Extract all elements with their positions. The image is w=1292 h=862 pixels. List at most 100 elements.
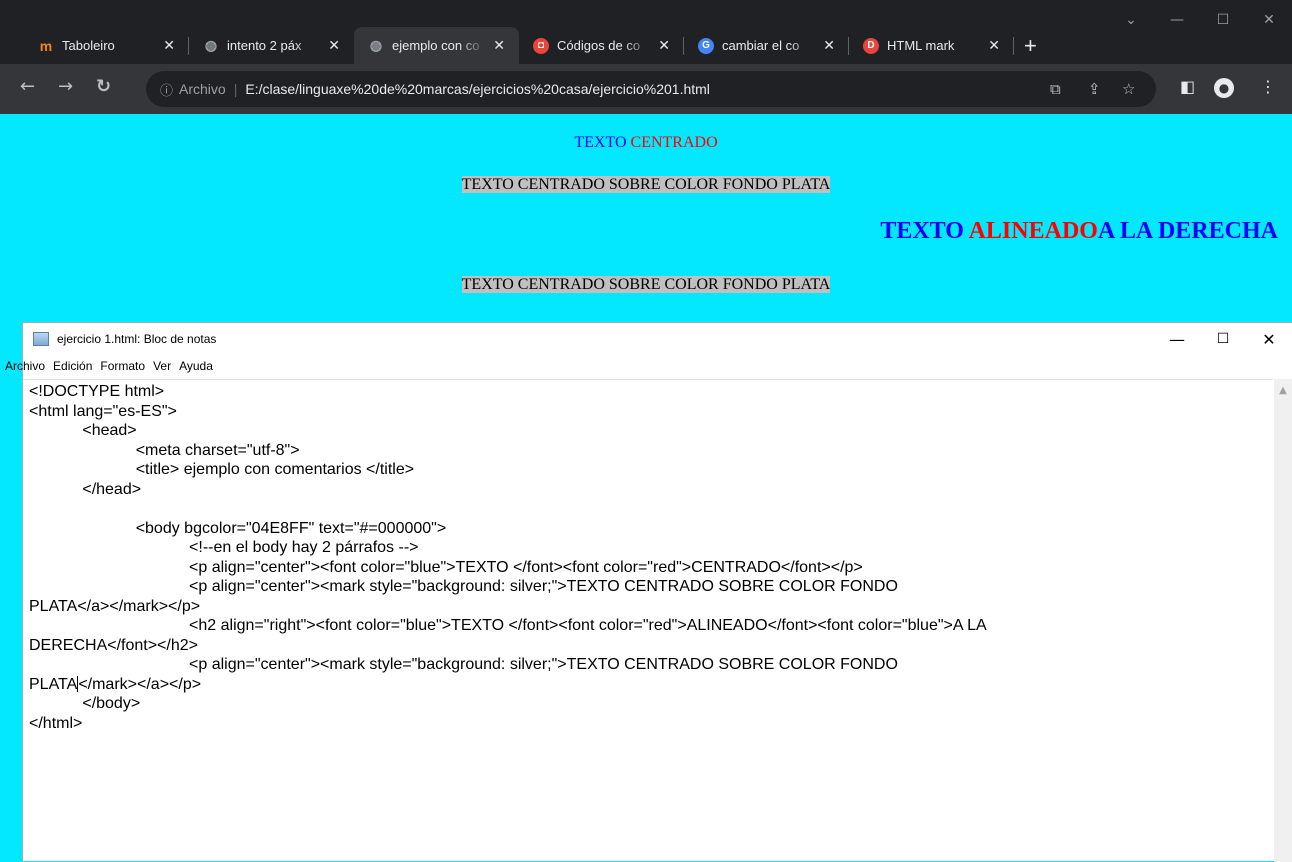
browser-tab[interactable]: m Taboleiro ✕	[24, 27, 189, 64]
line-text: <p align="center"><font color="blue">TEX…	[29, 558, 863, 576]
blue-text: TEXTO	[574, 134, 631, 151]
text-line	[29, 499, 1273, 519]
notepad-maximize-button[interactable]: ☐	[1200, 323, 1246, 355]
text-line: </body>	[29, 694, 1273, 714]
tab-title: HTML mark	[887, 38, 955, 53]
close-tab-icon[interactable]: ✕	[988, 37, 1000, 54]
text-line: DERECHA</font></h2>	[29, 636, 1273, 656]
close-tab-icon[interactable]: ✕	[658, 37, 670, 54]
heading-blue-1: TEXTO	[880, 218, 969, 244]
close-tab-icon[interactable]: ✕	[328, 37, 340, 54]
notepad-text-area[interactable]: <!DOCTYPE html> <html lang="es-ES"> <head…	[23, 379, 1273, 862]
line-text: </head>	[29, 480, 142, 498]
line-text: <!--en el body hay 2 párrafos -->	[29, 539, 419, 556]
browser-tab[interactable]: ◍ intento 2 páx ✕	[189, 27, 354, 64]
scroll-up-icon[interactable]: ▲	[1274, 385, 1292, 396]
reload-icon[interactable]: ↻	[96, 76, 111, 97]
heading-blue-2: A LA DERECHA	[1097, 218, 1278, 244]
d-icon: D	[863, 37, 879, 54]
forward-arrow-icon[interactable]: →	[58, 76, 73, 97]
tab-title: intento 2 páx	[227, 38, 302, 53]
side-panel-icon[interactable]: ◧	[1180, 77, 1195, 96]
browser-toolbar: ← → ↻ ⓘ Archivo | E:/clase/linguaxe%20de…	[0, 64, 1292, 114]
text-line: <!--en el body hay 2 párrafos -->	[29, 538, 1273, 558]
browser-tab[interactable]: D HTML mark ✕	[849, 27, 1014, 64]
background-strip	[0, 322, 22, 861]
rendered-page: TEXTO CENTRADO TEXTO CENTRADO SOBRE COLO…	[0, 114, 1292, 324]
window-controls: ⌄ — ☐ ✕	[1108, 0, 1292, 40]
bookmark-star-icon[interactable]: ☆	[1122, 80, 1135, 98]
right-aligned-heading: TEXTO ALINEADOA LA DERECHA	[880, 218, 1278, 245]
tab-strip: m Taboleiro ✕ ◍ intento 2 páx ✕ ◍ ejemplo con c…	[0, 0, 1292, 64]
line-text: </html>	[29, 714, 83, 732]
address-url[interactable]: E:/clase/linguaxe%20de%20marcas/ejercici…	[245, 81, 710, 97]
address-scheme-label: Archivo	[179, 81, 226, 97]
text-line: <p align="center"><font color="blue">TEX…	[29, 558, 1273, 578]
tab-title: Taboleiro	[62, 38, 115, 53]
back-arrow-icon[interactable]: ←	[20, 76, 35, 97]
globe-icon: ◍	[369, 37, 383, 53]
address-separator: |	[233, 81, 238, 97]
line-text: PLATA	[29, 675, 78, 693]
browser-window: m Taboleiro ✕ ◍ intento 2 páx ✕ ◍ ejemplo con c…	[0, 0, 1292, 324]
menu-item[interactable]: Formato	[100, 359, 145, 373]
close-tab-icon[interactable]: ✕	[493, 37, 505, 54]
share-icon[interactable]: ⇪	[1088, 80, 1101, 98]
notepad-titlebar: ejercicio 1.html: Bloc de notas — ☐ ✕	[23, 323, 1292, 355]
red-text: CENTRADO	[630, 134, 718, 151]
globe-icon: ◍	[204, 37, 218, 53]
line-text: <body bgcolor="04E8FF" text="#=000000">	[29, 519, 447, 537]
tab-search-icon[interactable]: ⌄	[1108, 0, 1154, 40]
translate-icon[interactable]: ⧉	[1050, 80, 1061, 98]
silver-paragraph-1: TEXTO CENTRADO SOBRE COLOR FONDO PLATA	[0, 176, 1292, 194]
marked-text: TEXTO CENTRADO SOBRE COLOR FONDO PLATA	[461, 276, 831, 293]
centered-paragraph: TEXTO CENTRADO	[0, 134, 1292, 152]
notepad-minimize-button[interactable]: —	[1154, 323, 1200, 355]
address-bar[interactable]: ⓘ Archivo | E:/clase/linguaxe%20de%20mar…	[146, 71, 1156, 107]
google-icon: G	[698, 37, 714, 54]
text-line: PLATA</mark></a></p>	[29, 675, 1273, 695]
text-line: </head>	[29, 480, 1273, 500]
text-line: <meta charset="utf-8">	[29, 441, 1273, 461]
close-tab-icon[interactable]: ✕	[163, 37, 175, 54]
minimize-button[interactable]: —	[1154, 0, 1200, 40]
line-text: <head>	[29, 422, 137, 439]
text-line: <p align="center"><mark style="backgroun…	[29, 577, 1273, 597]
text-line: <html lang="es-ES">	[29, 402, 1273, 422]
text-line: <body bgcolor="04E8FF" text="#=000000">	[29, 519, 1273, 539]
line-text: <meta charset="utf-8">	[29, 441, 300, 459]
tabs: m Taboleiro ✕ ◍ intento 2 páx ✕ ◍ ejemplo con c…	[24, 27, 1037, 64]
vertical-scrollbar[interactable]: ▲	[1274, 379, 1292, 862]
notepad-window: ejercicio 1.html: Bloc de notas — ☐ ✕ Ar…	[5, 322, 1292, 862]
browser-tab[interactable]: ◍ ejemplo con co ✕	[354, 27, 519, 64]
line-text: PLATA</a></mark></p>	[29, 597, 201, 615]
menu-item[interactable]: Edición	[53, 359, 92, 373]
line-text: <h2 align="right"><font color="blue">TEX…	[29, 617, 987, 634]
codes-icon: ◘	[533, 37, 549, 54]
menu-kebab-icon[interactable]: ⋮	[1260, 77, 1276, 96]
text-line: </html>	[29, 714, 1273, 734]
tab-title: ejemplo con co	[392, 38, 480, 53]
notepad-title: ejercicio 1.html: Bloc de notas	[57, 332, 217, 346]
menu-item[interactable]: Archivo	[5, 359, 45, 373]
line-text: <html lang="es-ES">	[29, 402, 177, 420]
text-line: <head>	[29, 421, 1273, 441]
browser-tab[interactable]: Gcambiar el co ✕	[684, 27, 849, 64]
text-line: PLATA</a></mark></p>	[29, 597, 1273, 617]
browser-tab[interactable]: ◘ Códigos de co ✕	[519, 27, 684, 64]
menu-item[interactable]: Ver	[153, 359, 171, 373]
line-text: <p align="center"><mark style="backgroun…	[29, 578, 898, 595]
text-line: <h2 align="right"><font color="blue">TEX…	[29, 616, 1273, 636]
tab-title: cambiar el co	[722, 38, 800, 53]
profile-avatar-icon[interactable]: ●	[1214, 78, 1234, 98]
line-text: <!DOCTYPE html>	[29, 383, 165, 400]
line-text: <p align="center"><mark style="backgroun…	[29, 656, 898, 673]
close-tab-icon[interactable]: ✕	[823, 37, 835, 54]
menu-item[interactable]: Ayuda	[179, 359, 213, 373]
new-tab-button[interactable]: +	[1024, 27, 1037, 64]
notepad-close-button[interactable]: ✕	[1246, 323, 1292, 355]
maximize-button[interactable]: ☐	[1200, 0, 1246, 40]
tab-title: Códigos de co	[557, 38, 641, 53]
info-icon[interactable]: ⓘ	[160, 80, 173, 99]
close-window-button[interactable]: ✕	[1246, 0, 1292, 40]
